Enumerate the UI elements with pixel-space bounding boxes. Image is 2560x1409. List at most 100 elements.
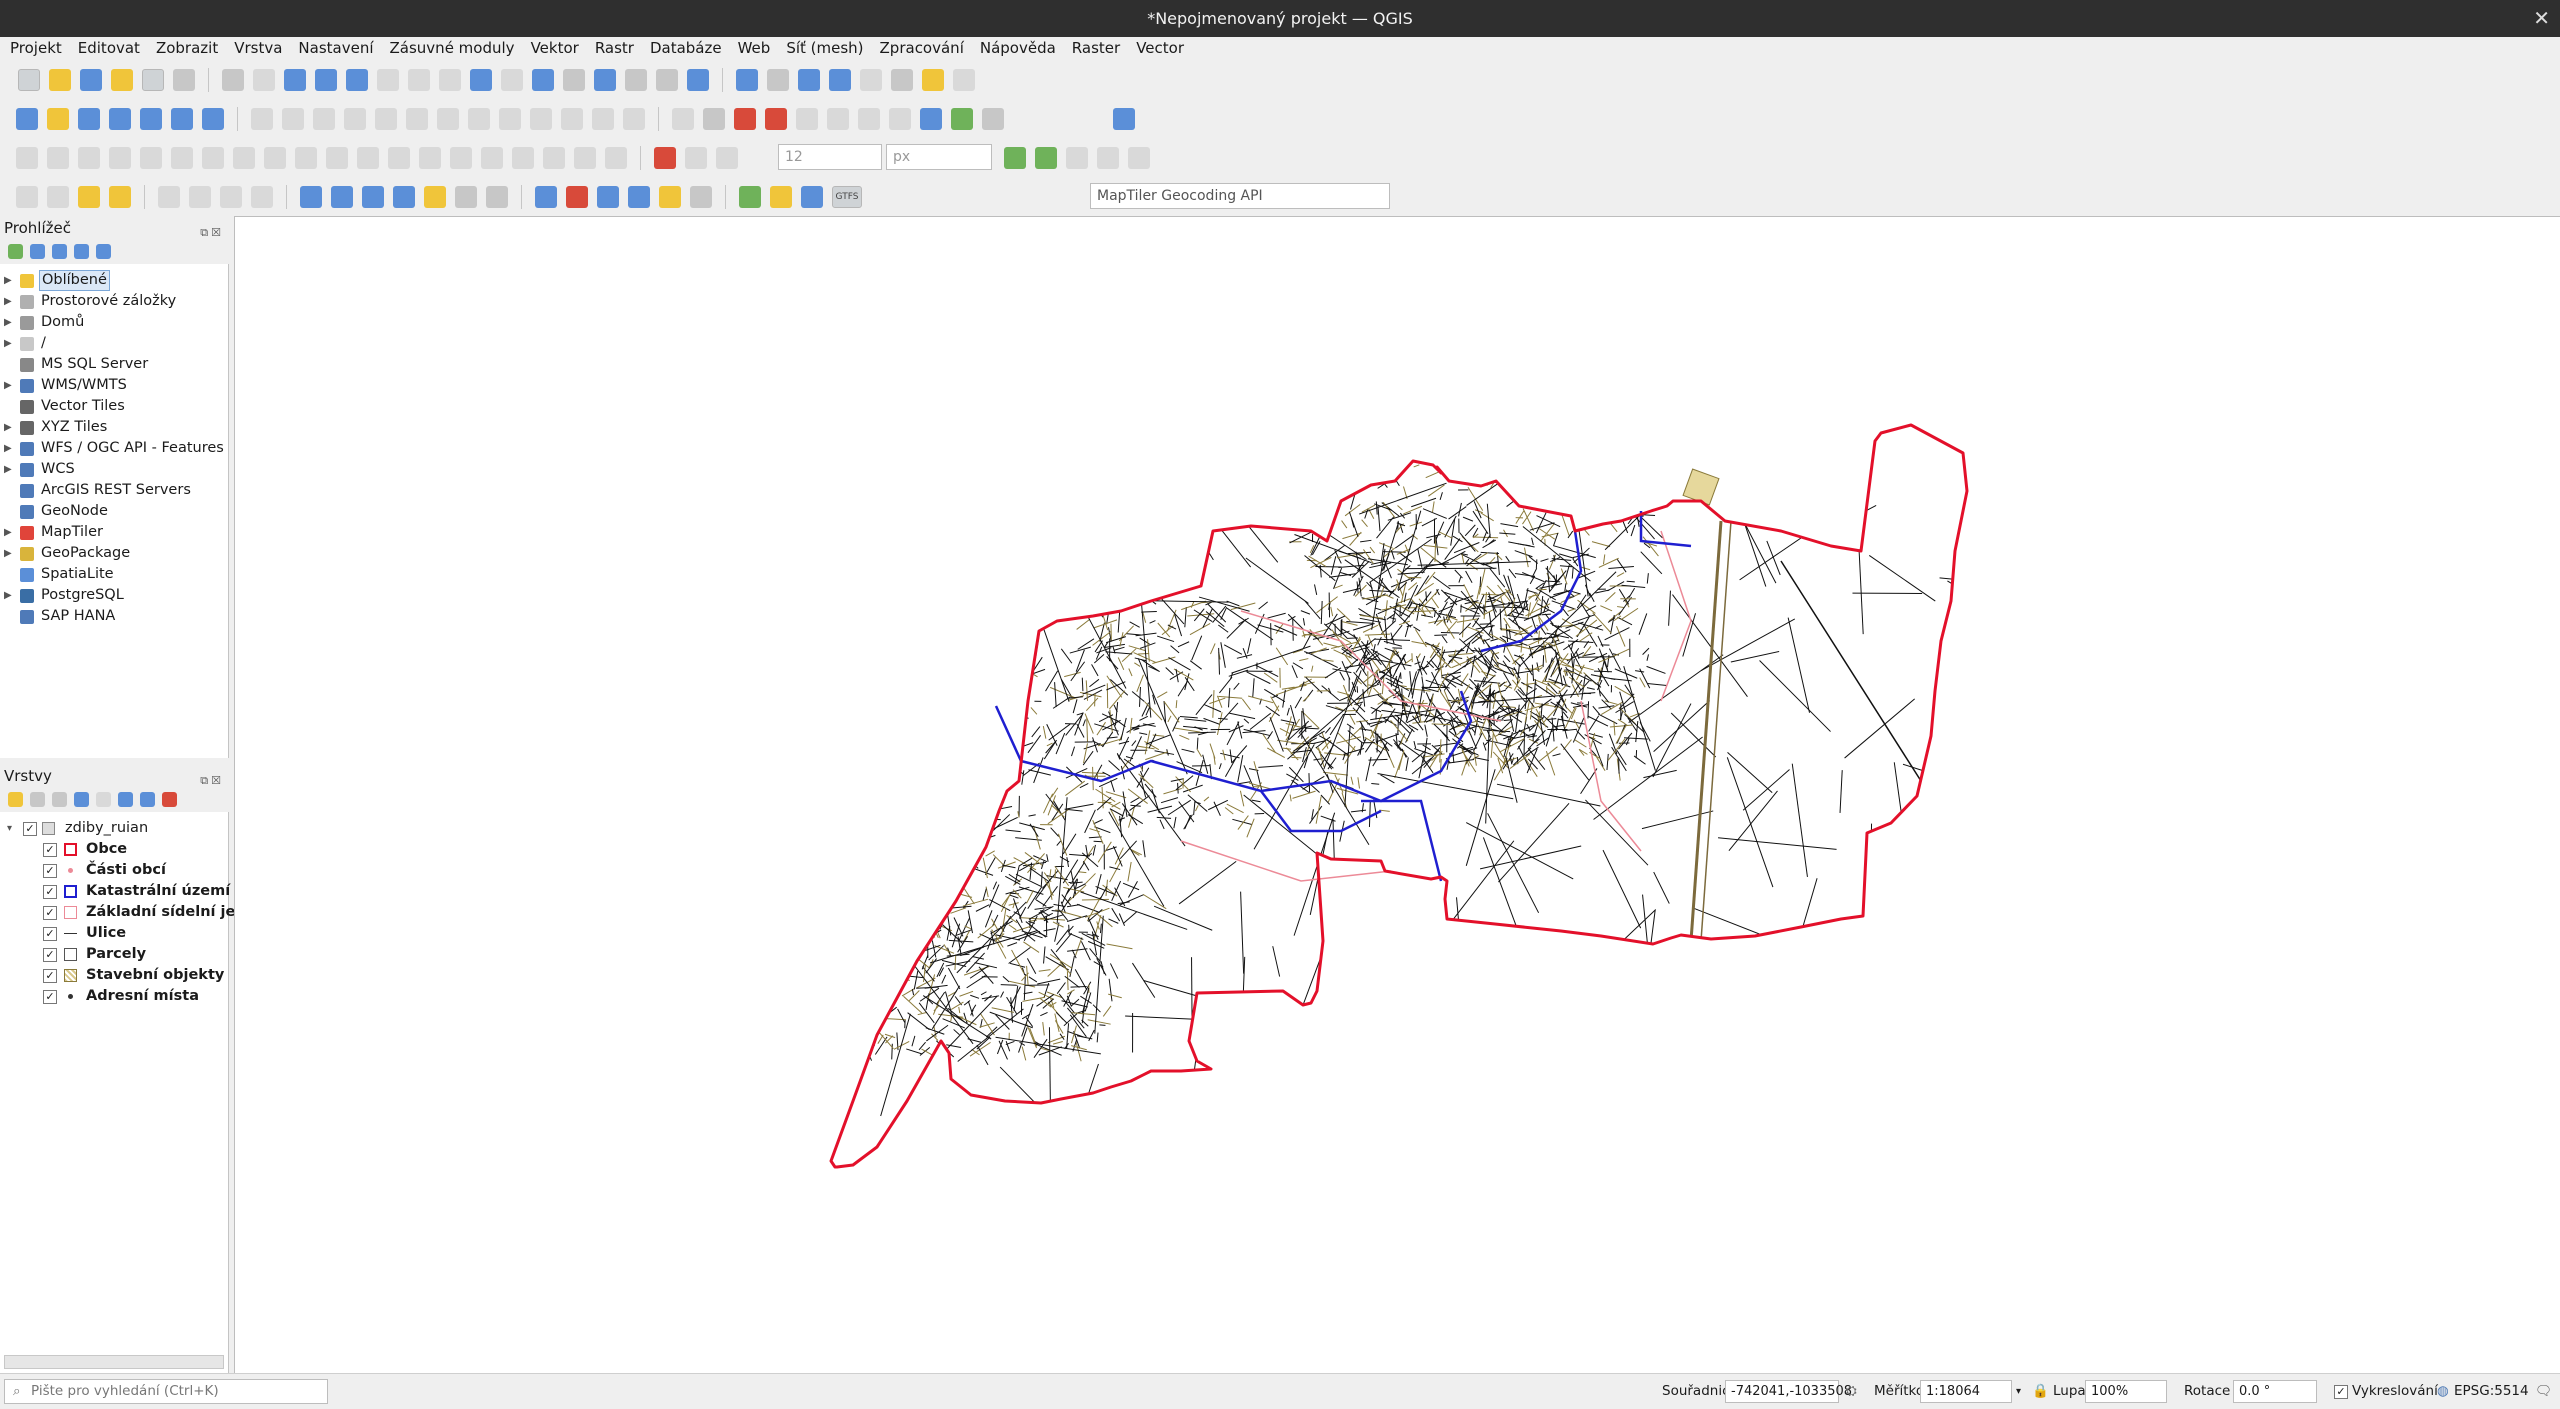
menu-napoveda[interactable]: Nápověda [972,37,1064,60]
plugin-red-icon[interactable] [566,186,588,208]
zoom-in-icon[interactable] [284,69,306,91]
add-ring-icon[interactable] [140,147,162,169]
delete-selected-icon[interactable] [468,108,490,130]
add-part-icon[interactable] [171,147,193,169]
expand-arrow-icon[interactable]: ▶ [4,585,12,606]
close-window-button[interactable]: ✕ [2533,6,2550,30]
zoom-next-icon[interactable] [501,69,523,91]
mesh-select-icon[interactable] [47,186,69,208]
zoom-to-selection-icon[interactable] [377,69,399,91]
select-by-location-icon[interactable] [78,186,100,208]
data-source-manager-icon[interactable] [16,108,38,130]
layer-checkbox[interactable]: ✓ [43,927,57,941]
layer-item[interactable]: ✓Obce [0,839,228,860]
browser-item[interactable]: ▶XYZ Tiles [0,417,228,438]
layer-checkbox[interactable]: ✓ [43,990,57,1004]
redo-icon[interactable] [623,108,645,130]
simplify-icon[interactable] [109,147,131,169]
measure-line-icon[interactable] [891,69,913,91]
fill-ring-icon[interactable] [202,147,224,169]
maptiler-plugin-icon[interactable] [801,186,823,208]
label-move-icon[interactable] [796,108,818,130]
save-project-icon[interactable] [80,69,102,91]
topological-editing-icon[interactable] [1004,147,1026,169]
new-map-view-icon[interactable] [532,69,554,91]
browser-item[interactable]: MS SQL Server [0,354,228,375]
label-abc-icon[interactable] [734,108,756,130]
menu-nastaveni[interactable]: Nastavení [290,37,381,60]
browser-item[interactable]: ▶Prostorové záložky [0,291,228,312]
undo-icon[interactable] [592,108,614,130]
offset-curve-icon[interactable] [326,147,348,169]
label-abc-red-icon[interactable] [765,108,787,130]
zoom-to-layer-icon[interactable] [408,69,430,91]
delete-part-icon[interactable] [264,147,286,169]
reshape-icon[interactable] [295,147,317,169]
show-bookmarks-icon[interactable] [625,69,647,91]
filter-legend-icon[interactable] [74,792,89,807]
menu-zpracovani[interactable]: Zpracování [872,37,972,60]
layer-item[interactable]: ✓Části obcí [0,860,228,881]
select-annotation-icon[interactable] [331,186,353,208]
lock-scale-icon[interactable]: 🔒 [2032,1374,2049,1409]
label-toolbar-icon[interactable] [672,108,694,130]
snapping-tolerance-input[interactable]: 12 [778,144,882,170]
split-features-icon[interactable] [357,147,379,169]
advanced-digitizing-icon[interactable] [16,147,38,169]
annotation-icon[interactable] [158,186,180,208]
snapping-units-select[interactable]: px [886,144,992,170]
messages-icon[interactable]: 🗨 [2535,1374,2552,1409]
avoid-overlap-icon[interactable] [1066,147,1088,169]
create-line-annotation-icon[interactable] [393,186,415,208]
menu-editovat[interactable]: Editovat [70,37,148,60]
add-postgis-layer-icon[interactable] [140,108,162,130]
expand-arrow-icon[interactable]: ▶ [4,522,12,543]
statistical-summary-icon[interactable] [829,69,851,91]
gps-plugin-icon[interactable] [982,108,1004,130]
network-analysis-icon[interactable] [597,186,619,208]
vertex-tool-icon[interactable] [406,108,428,130]
merge-attributes-icon[interactable] [450,147,472,169]
snapping-type-icon[interactable] [716,147,738,169]
browser-item[interactable]: ▶WMS/WMTS [0,375,228,396]
mesh-digitizing-icon[interactable] [16,186,38,208]
label-change-icon[interactable] [858,108,880,130]
expand-arrow-icon[interactable]: ▶ [4,459,12,480]
menu-zasuvne-moduly[interactable]: Zásuvné moduly [382,37,523,60]
layer-item[interactable]: ✓Stavební objekty [0,965,228,986]
layer-item[interactable]: ✓Ulice [0,923,228,944]
triangle-plugin-icon[interactable] [951,108,973,130]
menu-sit-mesh[interactable]: Síť (mesh) [778,37,871,60]
pan-map-icon[interactable] [222,69,244,91]
coordinate-field[interactable]: -742041,-1033508 [1725,1380,1839,1403]
menu-projekt[interactable]: Projekt [0,37,70,60]
layer-checkbox[interactable]: ✓ [43,864,57,878]
save-edits-icon[interactable] [313,108,335,130]
form-annotation-icon[interactable] [251,186,273,208]
browser-item[interactable]: ▶/ [0,333,228,354]
add-wms-layer-icon[interactable] [171,108,193,130]
browser-item[interactable]: ▶WFS / OGC API - Features [0,438,228,459]
layer-item[interactable]: ✓Základní sídelní jedn [0,902,228,923]
layer-checkbox[interactable]: ✓ [43,906,57,920]
merge-features-icon[interactable] [419,147,441,169]
new-spatial-bookmark-icon[interactable] [594,69,616,91]
select-expression-icon[interactable] [109,186,131,208]
field-calculator-icon[interactable] [860,69,882,91]
help-plugin-icon[interactable] [1113,108,1135,130]
magnifier-field[interactable]: 100% [2085,1380,2167,1403]
label-pin-icon[interactable] [703,108,725,130]
gtfs-icon[interactable]: GTFS [832,186,862,208]
add-feature-icon[interactable] [375,108,397,130]
delete-ring-icon[interactable] [233,147,255,169]
label-show-hide-icon[interactable] [889,108,911,130]
collapse-all-layers-icon[interactable] [140,792,155,807]
add-delimited-text-icon[interactable] [109,108,131,130]
create-marker-annotation-icon[interactable] [424,186,446,208]
menu-databaze[interactable]: Databáze [642,37,730,60]
menu-rastr[interactable]: Rastr [587,37,642,60]
menu-vektor[interactable]: Vektor [523,37,587,60]
text-format-icon[interactable] [486,186,508,208]
new-project-icon[interactable] [18,69,40,91]
expand-arrow-icon[interactable]: ▶ [4,333,12,354]
